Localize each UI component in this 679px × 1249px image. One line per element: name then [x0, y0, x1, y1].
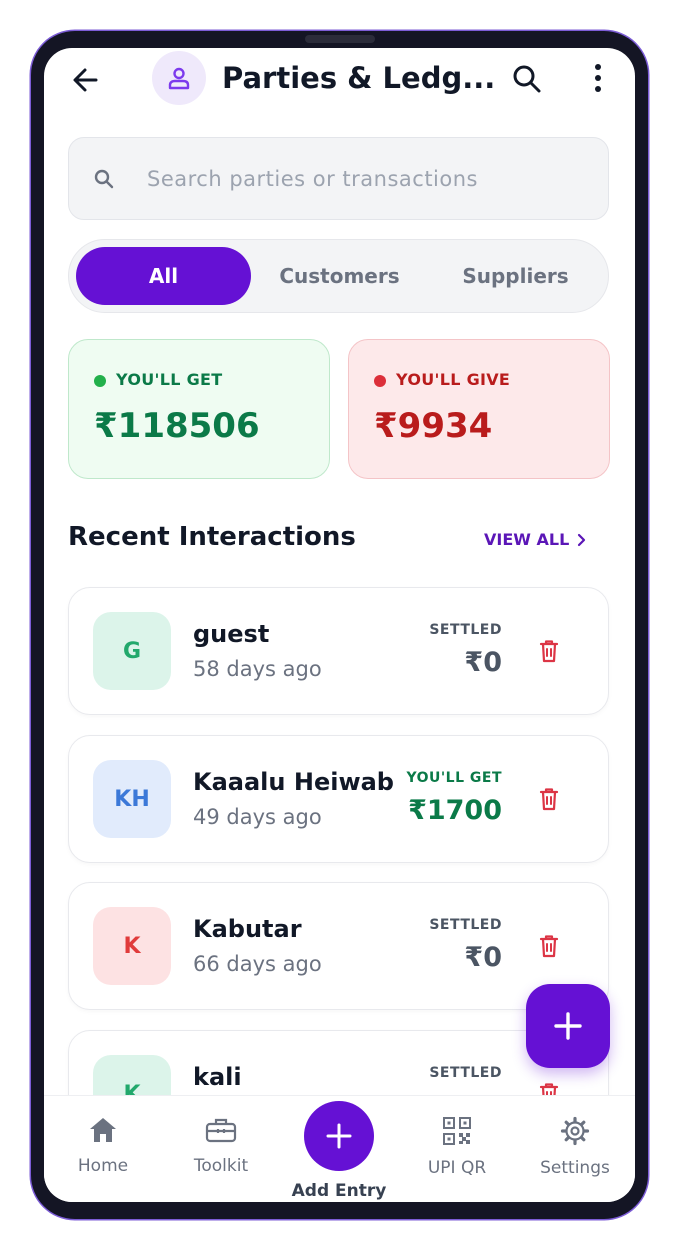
chevron-right-icon: [578, 533, 586, 546]
balance-status: SETTLED: [429, 1065, 502, 1081]
add-party-button[interactable]: [526, 984, 610, 1068]
list-item[interactable]: K Kabutar 66 days ago SETTLED ₹0: [68, 882, 609, 1010]
party-name: Kabutar: [193, 915, 302, 943]
tab-all[interactable]: All: [76, 247, 251, 305]
tab-suppliers[interactable]: Suppliers: [428, 247, 603, 305]
trash-icon[interactable]: [537, 933, 561, 959]
more-vertical-icon: [595, 64, 601, 92]
list-item[interactable]: G guest 58 days ago SETTLED ₹0: [68, 587, 609, 715]
toolbox-icon: [205, 1118, 237, 1143]
balance-status: SETTLED: [429, 622, 502, 638]
nav-label: Toolkit: [193, 1156, 249, 1176]
balance-amount: ₹1700: [408, 795, 502, 826]
nav-label: Add Entry: [291, 1181, 387, 1201]
trash-icon[interactable]: [537, 638, 561, 664]
nav-toolkit[interactable]: Toolkit: [171, 1116, 271, 1176]
app-screen: Parties & Ledg... All Custome: [44, 48, 635, 1202]
nav-add-entry[interactable]: Add Entry: [289, 1101, 389, 1201]
last-activity: 49 days ago: [193, 805, 322, 829]
status-dot: [374, 375, 386, 387]
user-icon: [168, 67, 190, 90]
nav-upi-qr[interactable]: UPI QR: [407, 1116, 507, 1178]
party-name: Kaaalu Heiwab: [193, 768, 394, 796]
home-icon: [90, 1118, 116, 1142]
balance-status: SETTLED: [429, 917, 502, 933]
profile-avatar[interactable]: [152, 51, 206, 105]
avatar: K: [93, 907, 171, 985]
card-amount: ₹118506: [94, 406, 260, 446]
avatar: G: [93, 612, 171, 690]
list-item[interactable]: KH Kaaalu Heiwab 49 days ago YOU'LL GET …: [68, 735, 609, 863]
nav-label: Settings: [540, 1158, 610, 1178]
nav-label: UPI QR: [427, 1158, 487, 1178]
overflow-menu-button[interactable]: [586, 60, 610, 96]
last-activity: 58 days ago: [193, 657, 322, 681]
card-label: YOU'LL GET: [116, 370, 223, 389]
last-activity: 66 days ago: [193, 952, 322, 976]
party-name: kali: [193, 1063, 242, 1091]
you-will-give-card[interactable]: YOU'LL GIVE ₹9934: [348, 339, 610, 479]
add-entry-button[interactable]: [304, 1101, 374, 1171]
view-all-link[interactable]: VIEW ALL: [484, 530, 587, 549]
plus-icon: [554, 1012, 582, 1040]
phone-notch: [305, 35, 375, 43]
balance-amount: ₹0: [464, 942, 502, 973]
nav-home[interactable]: Home: [53, 1116, 153, 1176]
page-title: Parties & Ledg...: [222, 61, 496, 95]
search-button[interactable]: [509, 61, 545, 97]
tab-customers[interactable]: Customers: [252, 247, 427, 305]
balance-status: YOU'LL GET: [406, 770, 502, 786]
view-all-label: VIEW ALL: [484, 530, 570, 549]
search-icon: [94, 169, 114, 189]
trash-icon[interactable]: [537, 786, 561, 812]
nav-label: Home: [77, 1156, 129, 1176]
party-name: guest: [193, 620, 270, 648]
card-label: YOU'LL GIVE: [396, 370, 511, 389]
avatar: KH: [93, 760, 171, 838]
plus-icon: [326, 1123, 352, 1149]
balance-amount: ₹0: [464, 647, 502, 678]
back-button[interactable]: [68, 62, 104, 98]
search-icon: [513, 65, 541, 93]
qr-code-icon: [443, 1117, 471, 1145]
card-amount: ₹9934: [374, 406, 493, 446]
status-dot: [94, 375, 106, 387]
arrow-left-icon: [73, 68, 98, 92]
search-input[interactable]: [145, 158, 589, 200]
phone-frame: Parties & Ledg... All Custome: [31, 31, 648, 1219]
bottom-nav: Home Toolkit Add Entry UPI QR Settings: [44, 1095, 635, 1202]
gear-icon: [560, 1116, 590, 1146]
search-bar[interactable]: [68, 137, 609, 220]
you-will-get-card[interactable]: YOU'LL GET ₹118506: [68, 339, 330, 479]
section-title: Recent Interactions: [68, 522, 356, 552]
filter-tabs: All Customers Suppliers: [68, 239, 609, 313]
nav-settings[interactable]: Settings: [525, 1116, 625, 1178]
